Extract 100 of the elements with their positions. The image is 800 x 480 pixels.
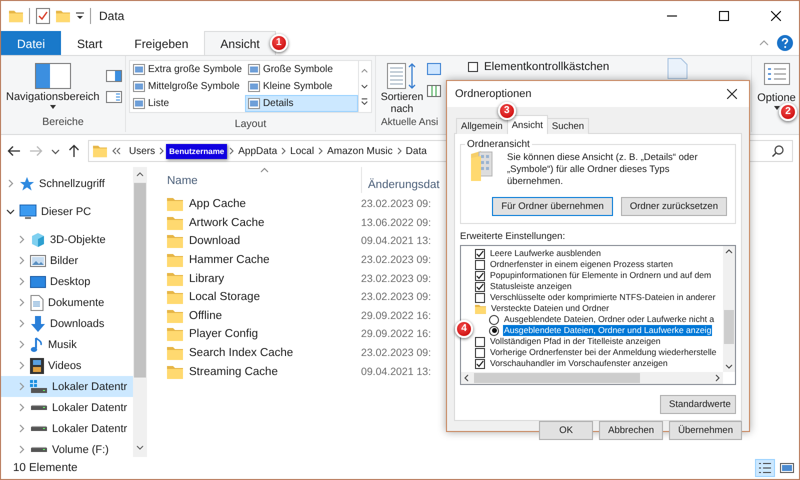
checkbox[interactable]	[475, 358, 485, 368]
expand-chevron-icon[interactable]	[17, 235, 26, 244]
breadcrumb-separator-icon[interactable]	[396, 147, 402, 155]
expand-chevron-icon[interactable]	[6, 179, 15, 188]
expand-chevron-icon[interactable]	[17, 445, 26, 454]
preview-pane-icon[interactable]	[106, 70, 122, 82]
dropdown-icon[interactable]	[76, 11, 84, 21]
expand-chevron-icon[interactable]	[17, 277, 26, 286]
dialog-tab[interactable]: Allgemein	[456, 118, 508, 134]
gallery-scroll-icon[interactable]	[358, 61, 370, 112]
back-button[interactable]	[7, 145, 21, 157]
column-header[interactable]: Name	[155, 167, 361, 193]
checkbox[interactable]	[475, 248, 485, 258]
defaults-button[interactable]: Standardwerte	[660, 395, 736, 414]
breadcrumb[interactable]: Data	[404, 144, 429, 158]
checkbox[interactable]	[475, 282, 485, 292]
tree-item[interactable]: Bilder	[1, 250, 133, 271]
details-view-button[interactable]	[755, 459, 775, 477]
expand-chevron-icon[interactable]	[17, 340, 26, 349]
dialog-tab[interactable]: Ansicht	[506, 115, 548, 134]
folder-item[interactable]: Library	[155, 272, 361, 286]
radio-button[interactable]	[489, 314, 499, 324]
breadcrumb-separator-icon[interactable]	[281, 147, 286, 155]
breadcrumb[interactable]: Users	[127, 144, 158, 158]
collapse-chevron-icon[interactable]	[6, 207, 15, 216]
breadcrumb-separator-icon[interactable]	[229, 147, 234, 155]
dialog-tab[interactable]: Suchen	[546, 118, 590, 134]
dialog-button[interactable]: Abbrechen	[599, 421, 664, 440]
setting-label[interactable]: Vollständigen Pfad in der Titelleiste anzeigen	[489, 336, 662, 347]
group-by-icon[interactable]	[427, 63, 441, 75]
up-button[interactable]	[68, 144, 80, 158]
breadcrumb[interactable]: AppData	[236, 144, 280, 158]
setting-label[interactable]: Ausgeblendete Dateien, Ordner und Laufwerke anzeig	[503, 325, 712, 336]
setting-label[interactable]: Popupinformationen für Elemente in Ordnern und auf dem	[489, 270, 712, 281]
sort-button[interactable]: Sortieren nach	[379, 59, 425, 115]
recent-locations-button[interactable]	[51, 146, 60, 156]
expand-chevron-icon[interactable]	[17, 256, 26, 265]
ribbon-tab[interactable]: Freigeben	[118, 31, 204, 55]
tree-item[interactable]: Lokaler Datentr	[1, 376, 133, 397]
setting-label[interactable]: Vorschauhandler im Vorschaufenster anzeigen	[489, 358, 669, 369]
file-menu-button[interactable]: Datei	[1, 31, 62, 55]
tree-item[interactable]: Lokaler Datentr	[1, 397, 133, 418]
column-header[interactable]: Änderungsdat	[361, 167, 440, 193]
folder-item[interactable]: Local Storage	[155, 290, 361, 304]
setting-label[interactable]: Statusleiste anzeigen	[489, 281, 573, 292]
breadcrumb[interactable]: Benutzername	[166, 144, 228, 158]
folder-item[interactable]: Artwork Cache	[155, 216, 361, 230]
folder-item[interactable]: Search Index Cache	[155, 346, 361, 360]
expand-chevron-icon[interactable]	[17, 361, 26, 370]
tree-item[interactable]: Videos	[1, 355, 133, 376]
setting-label[interactable]: Ordnerfenster in einem eigenen Prozess starten	[489, 259, 674, 270]
checkbox[interactable]	[475, 348, 485, 358]
radio-button[interactable]	[489, 326, 499, 336]
tree-item[interactable]: Dieser PC	[1, 201, 133, 222]
details-pane-icon[interactable]	[106, 91, 122, 104]
chevron-up-icon[interactable]	[759, 40, 769, 46]
ribbon-tab[interactable]: Ansicht	[204, 31, 276, 55]
expand-chevron-icon[interactable]	[17, 424, 26, 433]
checkbox[interactable]	[475, 292, 485, 302]
help-icon[interactable]	[777, 35, 793, 51]
checkbox[interactable]	[475, 260, 485, 270]
checkbox-label[interactable]: Elementkontrollkästchen	[484, 61, 610, 73]
tree-item[interactable]: Lokaler Datentr	[1, 418, 133, 439]
breadcrumb[interactable]: Local	[288, 144, 316, 158]
setting-label[interactable]: Ausgeblendete Dateien, Ordner oder Laufwerke nicht a	[503, 314, 716, 325]
folder-item[interactable]: Offline	[155, 308, 361, 323]
vertical-scrollbar[interactable]	[723, 246, 735, 372]
setting-label[interactable]: Vorherige Ordnerfenster bei der Anmeldung wiederherstelle	[489, 347, 718, 358]
folder-item[interactable]: Player Config	[155, 327, 361, 342]
checkbox[interactable]	[468, 62, 478, 72]
tree-item[interactable]: Schnellzugriff	[1, 173, 133, 194]
expand-chevron-icon[interactable]	[17, 319, 26, 328]
tree-item[interactable]: Dokumente	[1, 292, 133, 313]
expand-chevron-icon[interactable]	[17, 403, 26, 412]
tree-item[interactable]: 3D-Objekte	[1, 229, 133, 250]
tree-item[interactable]: Desktop	[1, 271, 133, 292]
dialog-button[interactable]: Ordner zurücksetzen	[620, 197, 727, 216]
checklist-icon[interactable]	[36, 8, 50, 24]
dialog-button[interactable]: Übernehmen	[669, 421, 742, 440]
tree-item[interactable]: Musik	[1, 334, 133, 355]
setting-label[interactable]: Leere Laufwerke ausblenden	[489, 248, 602, 259]
columns-icon[interactable]	[427, 85, 441, 97]
layout-option[interactable]: Liste	[130, 95, 245, 112]
layout-option[interactable]: Details	[244, 95, 358, 112]
tree-item[interactable]: Volume (F:)	[1, 439, 133, 457]
folder-item[interactable]: Streaming Cache	[155, 364, 361, 379]
breadcrumb[interactable]: Amazon Music	[325, 144, 395, 158]
breadcrumb-separator-icon[interactable]	[318, 147, 324, 155]
checkbox[interactable]	[475, 270, 485, 280]
folder-item[interactable]: Hammer Cache	[155, 253, 361, 268]
breadcrumb-separator-icon[interactable]	[159, 147, 164, 155]
layout-option[interactable]: Kleine Symbole	[244, 78, 358, 95]
layout-option[interactable]: Extra große Symbole	[130, 61, 245, 78]
horizontal-scrollbar[interactable]	[461, 372, 723, 384]
layout-option[interactable]: Mittelgroße Symbole	[130, 78, 245, 95]
dialog-button[interactable]: Für Ordner übernehmen	[492, 197, 613, 216]
checkbox[interactable]	[475, 336, 485, 346]
layout-option[interactable]: Große Symbole	[244, 61, 358, 78]
folder-item[interactable]: App Cache	[155, 197, 361, 212]
tree-item[interactable]: Downloads	[1, 313, 133, 334]
